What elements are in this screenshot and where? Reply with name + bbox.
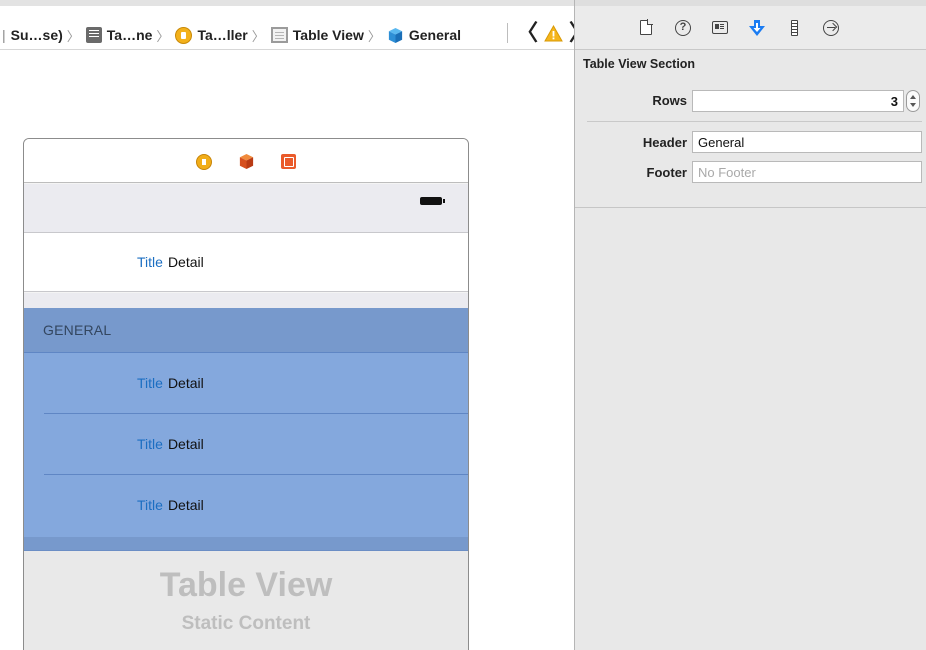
- battery-icon: [420, 197, 445, 205]
- rows-label: Rows: [652, 93, 687, 108]
- watermark-subtitle: Static Content: [181, 613, 311, 634]
- cell-title: Title: [137, 375, 163, 391]
- table-cell[interactable]: Title Detail: [24, 232, 468, 292]
- cell-title: Title: [137, 436, 163, 452]
- tab-identity-inspector[interactable]: [711, 19, 729, 37]
- section-header-label: GENERAL: [43, 322, 112, 338]
- breadcrumb-leading-glyph: |: [2, 27, 6, 43]
- tab-size-inspector[interactable]: [785, 19, 803, 37]
- storyboard-canvas[interactable]: Title Detail GENERAL Title Detail Title …: [0, 51, 574, 650]
- breadcrumb-label: Ta…ne: [106, 27, 153, 43]
- watermark-title: Table View: [159, 566, 333, 604]
- section-footer: [24, 537, 468, 551]
- previous-issue-button[interactable]: 〈: [516, 22, 538, 44]
- tab-file-inspector[interactable]: [637, 19, 655, 37]
- stepper-up-icon[interactable]: [910, 95, 916, 99]
- tab-attributes-inspector[interactable]: [748, 19, 766, 37]
- section-title: Table View Section: [583, 57, 696, 71]
- table-view-section-inspector: Table View Section Rows 3 Header General…: [575, 51, 926, 208]
- breadcrumb-label: Ta…ller: [197, 27, 248, 43]
- footer-label: Footer: [646, 165, 687, 180]
- utilities-inspector: ? Table View Section Rows 3 Header Gener…: [574, 0, 926, 650]
- rows-field[interactable]: 3: [692, 90, 904, 112]
- jump-bar: | Su…se) 〉 Ta…ne 〉 Ta…ller 〉 Table View …: [0, 0, 591, 50]
- view-controller-icon: [175, 26, 193, 44]
- breadcrumb-separator: 〉: [156, 28, 170, 44]
- file-icon: [85, 27, 102, 43]
- file-icon: [640, 19, 653, 35]
- cell-detail: Detail: [167, 254, 204, 270]
- breadcrumb-label: Su…se): [10, 27, 63, 43]
- rows-stepper[interactable]: [906, 90, 920, 112]
- connections-icon: [823, 19, 839, 36]
- table-view-watermark: Table View Static Content: [24, 551, 468, 650]
- cell-detail: Detail: [167, 497, 204, 513]
- cell-detail: Detail: [167, 436, 204, 452]
- header-field[interactable]: General: [692, 131, 922, 153]
- breadcrumb-item-project[interactable]: Su…se): [11, 27, 63, 43]
- breadcrumb-separator: 〉: [251, 28, 265, 44]
- breadcrumb-separator: 〉: [367, 28, 381, 44]
- exit-icon[interactable]: [281, 154, 296, 169]
- tab-connections-inspector[interactable]: [822, 19, 840, 37]
- breadcrumb-item-table-view[interactable]: Table View: [269, 27, 364, 43]
- attributes-icon: [749, 19, 765, 36]
- tab-quick-help[interactable]: ?: [674, 19, 692, 37]
- divider: [507, 23, 508, 43]
- breadcrumb: | Su…se) 〉 Ta…ne 〉 Ta…ller 〉 Table View …: [2, 24, 461, 46]
- status-bar: [24, 184, 468, 232]
- table-view-controller-scene[interactable]: Title Detail GENERAL Title Detail Title …: [23, 138, 469, 650]
- table-cell[interactable]: Title Detail: [24, 414, 468, 474]
- view-controller-icon[interactable]: [196, 153, 212, 170]
- footer-field[interactable]: No Footer: [692, 161, 922, 183]
- ruler-icon: [790, 19, 798, 36]
- header-label: Header: [642, 135, 687, 150]
- inspector-tab-bar: ?: [575, 6, 926, 50]
- table-cell[interactable]: Title Detail: [24, 475, 468, 535]
- identity-card-icon: [712, 21, 728, 34]
- cell-detail: Detail: [167, 375, 204, 391]
- cube-icon: [388, 27, 402, 43]
- selected-table-section[interactable]: GENERAL Title Detail Title Detail Title …: [24, 308, 468, 551]
- cell-title: Title: [137, 497, 163, 513]
- table-view-icon: [270, 27, 288, 43]
- help-icon: ?: [675, 19, 691, 36]
- breadcrumb-label: General: [408, 27, 461, 43]
- divider: [587, 121, 922, 122]
- section-header[interactable]: GENERAL: [24, 308, 468, 353]
- breadcrumb-item-section[interactable]: General: [385, 27, 461, 44]
- breadcrumb-item-storyboard[interactable]: Ta…ne: [84, 27, 153, 43]
- breadcrumb-label: Table View: [292, 27, 364, 43]
- first-responder-icon[interactable]: [238, 153, 255, 170]
- cell-title: Title: [137, 254, 163, 270]
- warning-icon[interactable]: [544, 24, 563, 42]
- breadcrumb-item-controller[interactable]: Ta…ller: [173, 26, 248, 44]
- section-spacer: [24, 293, 468, 308]
- stepper-down-icon[interactable]: [910, 103, 916, 107]
- breadcrumb-separator: 〉: [66, 28, 80, 44]
- scene-dock: [24, 139, 468, 183]
- table-cell[interactable]: Title Detail: [24, 353, 468, 413]
